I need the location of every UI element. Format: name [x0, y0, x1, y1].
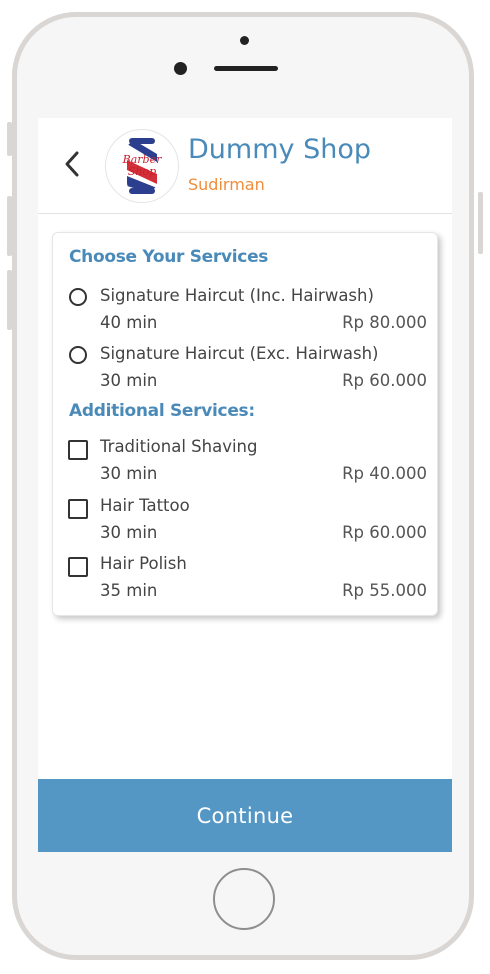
service-price: Rp 60.000	[342, 371, 427, 390]
services-title: Choose Your Services	[69, 247, 269, 267]
back-button[interactable]	[58, 146, 86, 182]
checkbox[interactable]	[68, 557, 88, 577]
checkbox[interactable]	[68, 440, 88, 460]
additional-option[interactable]: Hair Tattoo 30 min Rp 60.000	[53, 495, 439, 545]
phone-side-button	[478, 192, 483, 254]
service-price: Rp 60.000	[342, 523, 427, 542]
app-screen: Barber Shop Dummy Shop Sudirman Choose Y…	[38, 118, 452, 852]
service-duration: 30 min	[100, 523, 158, 542]
phone-side-button	[7, 122, 12, 156]
phone-home-button[interactable]	[213, 868, 275, 930]
phone-speaker	[214, 66, 278, 71]
service-duration: 30 min	[100, 464, 158, 483]
service-name: Traditional Shaving	[100, 437, 258, 456]
phone-side-button	[7, 196, 12, 256]
service-name: Signature Haircut (Exc. Hairwash)	[100, 344, 379, 363]
continue-button[interactable]: Continue	[38, 779, 452, 852]
phone-side-button	[7, 270, 12, 330]
chevron-left-icon	[65, 151, 79, 177]
logo-text: Shop	[128, 165, 156, 178]
radio-button[interactable]	[69, 346, 87, 364]
service-price: Rp 40.000	[342, 464, 427, 483]
service-duration: 30 min	[100, 371, 158, 390]
services-card: Choose Your Services Signature Haircut (…	[52, 232, 438, 616]
checkbox[interactable]	[68, 499, 88, 519]
additional-title: Additional Services:	[69, 401, 255, 421]
phone-camera	[240, 36, 249, 45]
additional-option[interactable]: Traditional Shaving 30 min Rp 40.000	[53, 436, 439, 486]
app-header: Barber Shop Dummy Shop Sudirman	[38, 118, 452, 214]
service-name: Hair Polish	[100, 554, 187, 573]
radio-button[interactable]	[69, 288, 87, 306]
service-name: Signature Haircut (Inc. Hairwash)	[100, 286, 374, 305]
service-price: Rp 55.000	[342, 581, 427, 600]
service-name: Hair Tattoo	[100, 496, 190, 515]
shop-branch: Sudirman	[188, 175, 265, 194]
additional-option[interactable]: Hair Polish 35 min Rp 55.000	[53, 553, 439, 603]
service-duration: 35 min	[100, 581, 158, 600]
shop-name: Dummy Shop	[188, 134, 371, 165]
service-price: Rp 80.000	[342, 313, 427, 332]
service-option[interactable]: Signature Haircut (Exc. Hairwash) 30 min…	[53, 343, 439, 393]
barber-pole-logo: Barber Shop	[122, 138, 162, 194]
service-option[interactable]: Signature Haircut (Inc. Hairwash) 40 min…	[53, 285, 439, 335]
shop-logo: Barber Shop	[105, 129, 179, 203]
phone-sensor	[174, 62, 187, 75]
service-duration: 40 min	[100, 313, 158, 332]
